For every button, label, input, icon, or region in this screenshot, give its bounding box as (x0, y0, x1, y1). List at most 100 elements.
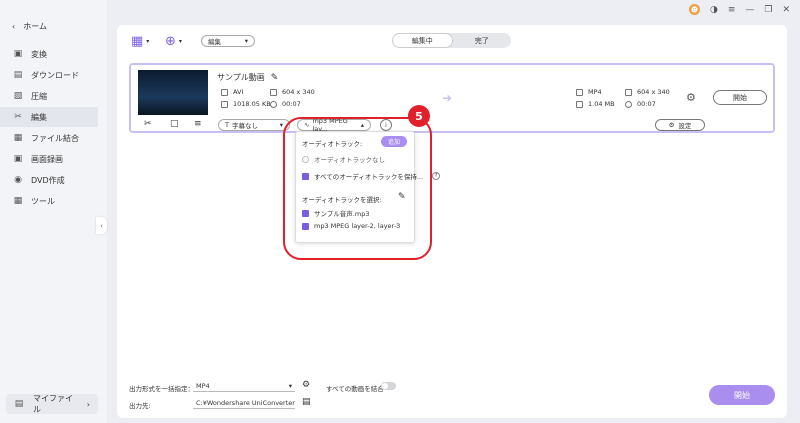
back-arrow-icon: ‹ (12, 22, 16, 31)
chevron-down-icon: ▾ (279, 121, 283, 129)
sidebar-item-convert[interactable]: ▣ 変換 (0, 44, 98, 64)
format-select[interactable]: MP4 ▾ (193, 380, 295, 392)
my-files-label: マイファイル (33, 394, 73, 414)
minimize-icon[interactable]: — (745, 5, 754, 15)
screen-record-icon: ▣ (13, 154, 23, 164)
target-resolution-value: 604 x 340 (637, 88, 670, 96)
menu-icon[interactable]: ≡ (728, 5, 736, 15)
chevron-down-icon: ▾ (178, 38, 182, 45)
file-title-row: サンプル動画 ✎ (217, 72, 278, 83)
merge-label: すべての動画を結合 (326, 385, 384, 393)
folder-icon (221, 100, 228, 108)
chevron-left-icon: ‹ (100, 221, 103, 230)
add-media-icon: ⊕ (165, 34, 176, 49)
clock-icon (625, 100, 632, 108)
video-thumbnail[interactable] (138, 70, 208, 115)
tab-done[interactable]: 完了 (453, 33, 512, 48)
target-duration-value: 00:07 (637, 100, 656, 108)
chevron-down-icon: ▾ (288, 381, 292, 390)
window-controls: ☻ ◑ ≡ — ❐ ✕ (688, 4, 790, 15)
merge-toggle[interactable] (381, 382, 396, 390)
trim-icon[interactable]: ✂ (144, 119, 152, 129)
target-format: MP4 (576, 88, 602, 96)
home-link[interactable]: ‹ ホーム (12, 21, 47, 32)
destination-label: 出力先: (129, 402, 151, 410)
resolution-icon (625, 88, 632, 96)
start-all-button[interactable]: 開始 (709, 385, 775, 405)
source-duration-value: 00:07 (282, 100, 301, 108)
file-icon (221, 88, 228, 96)
download-icon: ▤ (13, 70, 23, 80)
effects-icon[interactable]: ≡ (194, 119, 202, 129)
maximize-icon[interactable]: ❐ (764, 5, 772, 15)
output-settings-icon[interactable]: ⚙ (686, 91, 696, 104)
sidebar-item-dvd[interactable]: ◉ DVD作成 (0, 170, 98, 190)
open-folder-icon[interactable]: ▤ (302, 397, 311, 407)
rename-icon[interactable]: ✎ (271, 73, 279, 83)
settings-button[interactable]: ⚙ 設定 (655, 119, 705, 131)
step-badge: 5 (408, 105, 430, 127)
add-file-button[interactable]: ▦ ▾ (131, 34, 149, 49)
merge-icon: ▦ (13, 133, 23, 143)
start-file-button[interactable]: 開始 (713, 90, 767, 105)
add-file-icon: ▦ (131, 34, 144, 49)
sidebar-item-label: ファイル結合 (31, 133, 79, 143)
arrow-right-icon: ➜ (442, 91, 453, 105)
edit-mode-dropdown[interactable]: 編集 ▾ (201, 35, 255, 47)
highlight-ring (283, 117, 432, 260)
sidebar-item-label: ダウンロード (31, 70, 79, 80)
sidebar-item-label: 圧縮 (31, 91, 47, 101)
support-icon[interactable]: ◑ (710, 5, 718, 15)
help-icon[interactable]: ? (432, 172, 441, 180)
status-segment: 編集中 完了 (392, 33, 511, 48)
sidebar-item-label: 変換 (31, 49, 47, 59)
resolution-icon (270, 88, 277, 96)
avatar[interactable]: ☻ (688, 4, 700, 15)
edit-mode-value: 編集 (208, 38, 221, 46)
subtitle-dropdown[interactable]: T 字幕なし ▾ (218, 119, 290, 131)
compress-icon: ▧ (13, 91, 23, 101)
source-format: AVI (221, 88, 243, 96)
sidebar-item-screen-record[interactable]: ▣ 画面録画 (0, 149, 98, 169)
my-files-button[interactable]: ▤ マイファイル › (6, 394, 98, 414)
source-size-value: 1018.05 KB (233, 100, 271, 108)
tab-editing[interactable]: 編集中 (392, 33, 453, 48)
target-resolution: 604 x 340 (625, 88, 670, 96)
sidebar-item-label: DVD作成 (31, 175, 65, 185)
convert-icon: ▣ (13, 49, 23, 59)
close-icon[interactable]: ✕ (782, 5, 790, 15)
chevron-right-icon: › (86, 399, 90, 409)
sidebar-item-label: 画面録画 (31, 154, 63, 164)
target-duration: 00:07 (625, 100, 656, 108)
folder-icon: ▤ (14, 399, 24, 409)
home-label: ホーム (23, 22, 47, 31)
source-resolution: 604 x 340 (270, 88, 315, 96)
destination-select[interactable]: C:¥Wondershare UniConverter 1 ▾ (193, 397, 295, 409)
add-media-button[interactable]: ⊕ ▾ (165, 34, 182, 49)
source-resolution-value: 604 x 340 (282, 88, 315, 96)
folder-icon (576, 100, 583, 108)
crop-icon[interactable]: □ (170, 119, 179, 129)
sidebar-item-download[interactable]: ▤ ダウンロード (0, 65, 98, 85)
file-icon (576, 88, 583, 96)
target-size: 1.04 MB (576, 100, 615, 108)
source-duration: 00:07 (270, 100, 301, 108)
subtitle-value: 字幕なし (231, 122, 258, 130)
sidebar-item-compress[interactable]: ▧ 圧縮 (0, 86, 98, 106)
target-format-value: MP4 (588, 88, 602, 96)
destination-value: C:¥Wondershare UniConverter 1 (196, 398, 295, 407)
source-size: 1018.05 KB (221, 100, 271, 108)
sidebar-item-edit[interactable]: ✂ 編集 (0, 107, 98, 127)
clock-icon (270, 100, 277, 108)
sidebar-item-label: 編集 (31, 112, 47, 122)
start-file-label: 開始 (733, 93, 747, 102)
sidebar-item-merge[interactable]: ▦ ファイル結合 (0, 128, 98, 148)
collapse-sidebar-button[interactable]: ‹ (96, 217, 107, 234)
target-size-value: 1.04 MB (588, 100, 615, 108)
subtitle-icon: T (225, 121, 229, 129)
settings-icon: ⚙ (668, 121, 675, 129)
sidebar-item-tools[interactable]: ▦ ツール (0, 191, 98, 211)
format-label: 出力形式を一括指定： (129, 385, 194, 393)
file-title: サンプル動画 (217, 73, 265, 82)
format-settings-icon[interactable]: ⚙ (302, 380, 310, 390)
